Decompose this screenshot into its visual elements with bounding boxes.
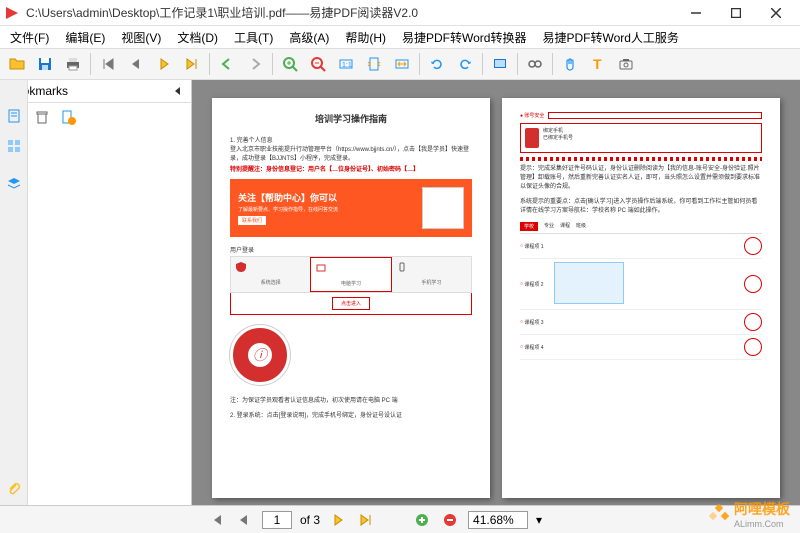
doc-title: 培训学习操作指南 [230,112,472,125]
bookmark-options-icon[interactable] [60,109,76,125]
doc-highlight: 特别提醒注：身份信息登记：用户名【…位身份证号】、初始密码【…】 [230,164,472,173]
status-next-icon[interactable] [328,510,348,530]
bookmarks-list [0,131,191,505]
fit-page-button[interactable] [361,51,387,77]
red-seal-icon: ⓘ [230,325,290,385]
text-select-button[interactable]: T [585,51,611,77]
page-total-label: of 3 [300,513,320,527]
zoom-out-button[interactable] [305,51,331,77]
subtab-2: 电脑学习 [310,257,391,292]
minimize-button[interactable] [676,0,716,26]
sidetab-attachments-icon[interactable] [6,481,22,497]
menu-file[interactable]: 文件(F) [4,27,55,48]
id-card-icon [554,262,624,304]
fit-width-button[interactable] [389,51,415,77]
list-row: ○ 课程项 1 [520,234,762,259]
hand-tool-button[interactable] [557,51,583,77]
list-row: ○ 课程项 4 [520,335,762,360]
tab-label: 用户登录 [230,243,472,256]
list-row: ○ 课程项 3 [520,310,762,335]
bookmarks-toolbar: + [0,103,191,131]
snapshot-button[interactable] [613,51,639,77]
phone-icon [525,128,539,148]
status-last-icon[interactable] [356,510,376,530]
menu-document[interactable]: 文档(D) [171,27,224,48]
qr-code-icon [422,187,464,229]
menu-view[interactable]: 视图(V) [115,27,167,48]
zoom-in-button[interactable] [277,51,303,77]
doc-step2: 2. 登录系统：点击[登录说明]，完成手机号绑定，身份证号设认证 [230,410,472,419]
last-page-button[interactable] [179,51,205,77]
banner-sub: 了解最新要点、学习操作指导，在线问答交流 [238,206,416,213]
nav-forward-button[interactable] [242,51,268,77]
nav-back-button[interactable] [214,51,240,77]
sidetab-thumbnails-icon[interactable] [6,138,22,154]
watermark: 阿哩模板 ALimm.Com [708,499,790,529]
delete-bookmark-icon[interactable] [34,109,50,125]
zoom-dropdown-icon[interactable]: ▾ [536,513,542,527]
next-page-button[interactable] [151,51,177,77]
menu-advanced[interactable]: 高级(A) [283,27,335,48]
svg-text:1:1: 1:1 [342,62,352,69]
zoom-actual-button[interactable]: 1:1 [333,51,359,77]
collapse-sidebar-icon[interactable] [173,86,183,96]
rotate-cw-button[interactable] [452,51,478,77]
subtab-3: 手机学习 [392,257,471,292]
page-number-input[interactable]: 1 [262,511,292,529]
app-logo-icon [4,5,20,21]
page2-note2: 系统提示的重要点：点击[确认学习]进入学员操作后端系统，你可看到工作栏主管如何员… [520,198,762,216]
menu-edit[interactable]: 编辑(E) [59,27,111,48]
rotate-ccw-button[interactable] [424,51,450,77]
menu-tools[interactable]: 工具(T) [228,27,279,48]
open-button[interactable] [4,51,30,77]
pdf-page-2: ● 账号安全 绑定手机已绑定手机号 提示：完成采集好证件号码认证，身份认证删除阅… [502,98,780,498]
bookmarks-header: Bookmarks [0,80,191,103]
menu-service[interactable]: 易捷PDF转Word人工服务 [536,27,684,48]
subtab-1: 系统选择 [231,257,310,292]
menu-converter[interactable]: 易捷PDF转Word转换器 [396,27,532,48]
toolbar: 1:1 T [0,48,800,80]
menu-help[interactable]: 帮助(H) [339,27,392,48]
menu-bar: 文件(F) 编辑(E) 视图(V) 文档(D) 工具(T) 高级(A) 帮助(H… [0,26,800,48]
prev-page-button[interactable] [123,51,149,77]
status-zoom-in-icon[interactable] [412,510,432,530]
svg-text:ⓘ: ⓘ [253,347,269,363]
status-bar: 1 of 3 41.68% ▾ 阿哩模板 ALimm.Com [0,505,800,533]
presentation-button[interactable] [487,51,513,77]
banner-title: 关注【帮助中心】你可以 [238,191,416,204]
doc-step1-desc: 登入北京市职业技能提升行动管理平台（https://www.bjjnts.cn/… [230,144,472,162]
watermark-text: 阿哩模板 [734,501,790,517]
save-button[interactable] [32,51,58,77]
status-prev-icon[interactable] [234,510,254,530]
doc-step1: 1. 完善个人信息 [230,135,472,144]
watermark-sub: ALimm.Com [734,519,790,529]
sidetab-bookmarks-icon[interactable] [6,108,22,124]
close-button[interactable] [756,0,796,26]
sidebar: Bookmarks + [0,80,192,505]
title-bar: C:\Users\admin\Desktop\工作记录1\职业培训.pdf——易… [0,0,800,26]
status-first-icon[interactable] [206,510,226,530]
sidetab-layers-icon[interactable] [6,176,22,192]
first-page-button[interactable] [95,51,121,77]
svg-text:T: T [593,56,602,72]
list-row: ○ 课程项 2 [520,259,762,310]
doc-banner: 关注【帮助中心】你可以 了解最新要点、学习操作指导，在线问答交流 联系我们 [230,179,472,237]
phone-verify-box: 绑定手机已绑定手机号 [520,123,762,153]
print-button[interactable] [60,51,86,77]
page2-note: 提示：完成采集好证件号码认证，身份认证删除阅读为【我的信息-账号安全-身份验证.… [520,165,762,192]
find-button[interactable] [522,51,548,77]
document-viewport[interactable]: 培训学习操作指南 1. 完善个人信息 登入北京市职业技能提升行动管理平台（htt… [192,80,800,505]
doc-tabs: 系统选择 电脑学习 手机学习 [230,256,472,293]
pdf-page-1: 培训学习操作指南 1. 完善个人信息 登入北京市职业技能提升行动管理平台（htt… [212,98,490,498]
window-title: C:\Users\admin\Desktop\工作记录1\职业培训.pdf——易… [26,4,676,21]
doc-note: 注：为保证学员观看者认证信息成功，初次使用请在电脑 PC 端 [230,395,472,404]
status-zoom-out-icon[interactable] [440,510,460,530]
maximize-button[interactable] [716,0,756,26]
zoom-level-input[interactable]: 41.68% [468,511,528,529]
